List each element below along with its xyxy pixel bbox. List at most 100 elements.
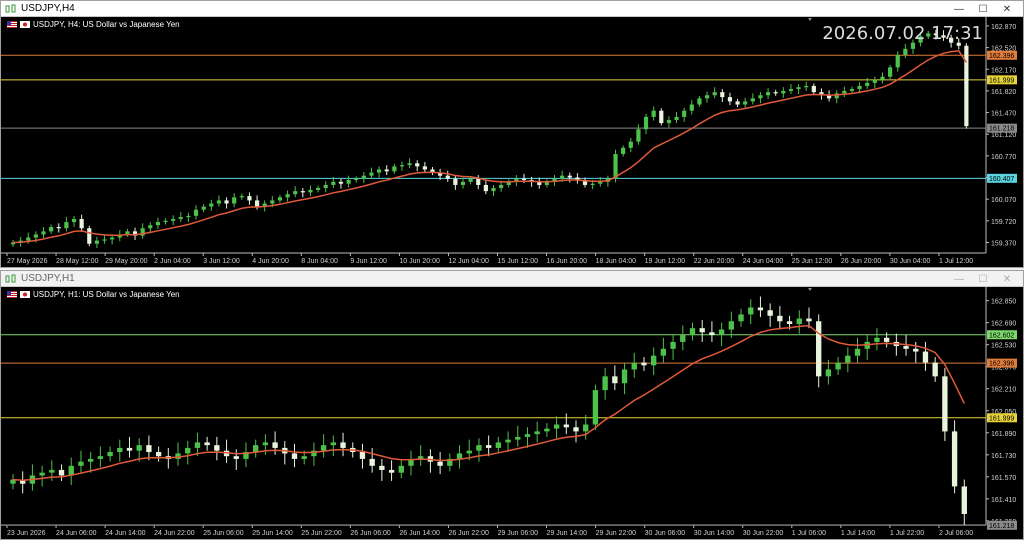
candle-body [354, 178, 359, 180]
candle-body [186, 215, 191, 218]
candle-body [628, 141, 633, 148]
time-tick-label: 9 Jun 12:00 [350, 258, 387, 265]
candle-body [239, 196, 244, 198]
time-tick-label: 27 May 2026 [7, 258, 48, 265]
candle-body [796, 318, 802, 325]
candlestick-chart-h4[interactable]: 162.870162.520162.170161.820161.470161.1… [1, 17, 1023, 267]
candle-body [553, 424, 560, 429]
candle-body [845, 355, 851, 363]
chart-background [1, 17, 1023, 267]
candle-body [338, 181, 344, 184]
price-tick-label: 160.770 [991, 154, 1016, 161]
candle-body [68, 465, 74, 476]
window-titlebar[interactable]: USDJPY,H1 — ☐ ✕ [1, 271, 1023, 287]
chart-window-h1[interactable]: USDJPY,H1 — ☐ ✕ 162.850 162.690 162.530 162… [0, 270, 1024, 540]
candle-body [757, 307, 764, 311]
time-tick-label: 25 Jun 22:00 [301, 530, 342, 537]
candle-body [209, 203, 214, 207]
candle-body [379, 465, 385, 470]
time-tick-label: 12 Jun 04:00 [448, 258, 489, 265]
candle-body [94, 240, 99, 244]
candle-body [811, 85, 816, 93]
candle-body [922, 351, 929, 363]
price-chart-h4[interactable]: 162.870 162.520 162.170 161.820 161.470 161.1… [1, 17, 1023, 267]
candle-body [903, 48, 908, 56]
candle-body [796, 87, 801, 90]
candle-body [87, 458, 94, 462]
candle-body [146, 445, 152, 453]
price-level-tag: 160.407 [987, 173, 1017, 183]
minimize-button[interactable]: — [947, 1, 971, 17]
candle-body [613, 154, 618, 179]
minimize-button[interactable]: — [947, 271, 971, 287]
candlestick-chart-h1[interactable]: 162.850162.690162.530162.370162.210162.0… [1, 287, 1023, 539]
candle-body [483, 184, 488, 192]
candle-body [388, 469, 395, 473]
price-level-tag: 162.396 [987, 358, 1017, 368]
window-titlebar[interactable]: USDJPY,H4 — ☐ ✕ [1, 1, 1023, 17]
candle-body [680, 335, 686, 342]
candle-body [544, 428, 550, 432]
chart-background [1, 287, 1023, 539]
time-tick-label: 15 Jun 12:00 [498, 258, 539, 265]
time-tick-label: 24 Jun 06:00 [56, 530, 97, 537]
candle-body [521, 178, 527, 180]
maximize-button[interactable]: ☐ [971, 1, 995, 17]
candle-body [193, 209, 199, 216]
candle-body [320, 445, 327, 451]
price-level-tag: 161.218 [987, 123, 1017, 133]
candle-body [621, 147, 626, 155]
candle-body [806, 318, 812, 322]
close-button[interactable]: ✕ [995, 271, 1019, 287]
candle-body [515, 436, 521, 440]
time-tick-label: 25 Jun 12:00 [792, 258, 833, 265]
candle-body [781, 90, 786, 94]
candle-body [816, 321, 822, 377]
candle-body [178, 217, 183, 219]
time-tick-label: 16 Jun 20:00 [547, 258, 588, 265]
candle-body [709, 332, 715, 336]
candle-body [651, 110, 656, 117]
time-tick-label: 26 Jun 14:00 [399, 530, 440, 537]
candle-body [204, 442, 210, 446]
candle-body [712, 92, 717, 96]
candle-body [340, 442, 346, 448]
candle-body [786, 321, 793, 325]
candle-body [102, 239, 107, 241]
candle-body [767, 310, 773, 316]
candle-body [476, 178, 481, 185]
candle-body [407, 163, 412, 166]
chart-symbol-description: USDJPY, H1: US Dollar vs Japanese Yen [33, 290, 180, 299]
jp-flag-icon [20, 21, 30, 28]
window-title: USDJPY,H1 [21, 273, 75, 284]
price-chart-h1[interactable]: 162.850 162.690 162.530 162.370 162.210 162.0… [1, 287, 1023, 539]
candle-body [445, 175, 450, 179]
us-flag-icon [7, 291, 17, 298]
price-tick-label: 161.410 [991, 497, 1016, 504]
candle-body [126, 447, 133, 451]
candle-body [636, 129, 641, 142]
time-tick-label: 10 Jun 20:00 [399, 258, 440, 265]
time-tick-label: 30 Jun 22:00 [743, 530, 784, 537]
price-tick-label: 162.170 [991, 67, 1016, 74]
us-flag-icon [7, 21, 17, 28]
candle-body [495, 442, 502, 448]
candle [659, 108, 664, 126]
maximize-button[interactable]: ☐ [971, 271, 995, 287]
time-tick-label: 26 Jun 20:00 [841, 258, 882, 265]
candle [87, 225, 92, 247]
candle-body [254, 200, 260, 207]
chart-window-h4[interactable]: USDJPY,H4 — ☐ ✕ 162.870 162.520 162.170 161… [0, 0, 1024, 268]
candle-body [49, 469, 55, 473]
candle-body [56, 227, 61, 229]
candle-body [728, 321, 734, 330]
candle-body [773, 92, 778, 94]
candle-body [524, 434, 531, 437]
candle-body [224, 200, 229, 204]
candle-body [369, 172, 374, 176]
candle-body [233, 456, 239, 459]
candle-body [643, 116, 649, 130]
close-button[interactable]: ✕ [995, 1, 1019, 17]
candle-body [505, 439, 511, 443]
candle-body [804, 85, 809, 88]
